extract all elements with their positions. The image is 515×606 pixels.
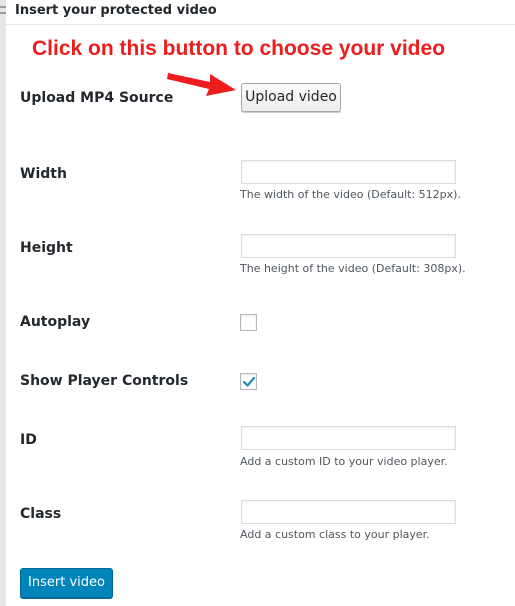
- height-label: Height: [20, 240, 73, 256]
- width-input[interactable]: [241, 160, 456, 184]
- id-input[interactable]: [241, 426, 456, 450]
- class-hint: Add a custom class to your player.: [240, 528, 430, 541]
- class-input[interactable]: [241, 500, 456, 524]
- checkmark-icon: [242, 376, 256, 387]
- show-controls-label: Show Player Controls: [20, 373, 189, 389]
- show-controls-checkbox[interactable]: [240, 373, 257, 390]
- width-label: Width: [20, 166, 67, 182]
- left-edge-strip: [0, 0, 6, 606]
- upload-video-button[interactable]: Upload video: [241, 83, 341, 112]
- upload-source-label: Upload MP4 Source: [20, 90, 174, 106]
- height-input[interactable]: [241, 234, 456, 258]
- width-hint: The width of the video (Default: 512px).: [240, 188, 461, 201]
- annotation-text: Click on this button to choose your vide…: [32, 37, 446, 60]
- autoplay-label: Autoplay: [20, 314, 91, 330]
- dialog-header: Insert your protected video: [6, 0, 515, 25]
- autoplay-checkbox[interactable]: [240, 314, 257, 331]
- class-label: Class: [20, 506, 62, 522]
- arrow-pointer-icon: [167, 73, 236, 96]
- dialog-title: Insert your protected video: [15, 3, 217, 18]
- id-hint: Add a custom ID to your video player.: [240, 455, 448, 468]
- insert-video-button[interactable]: Insert video: [20, 568, 113, 598]
- id-label: ID: [20, 432, 37, 448]
- height-hint: The height of the video (Default: 308px)…: [240, 262, 466, 275]
